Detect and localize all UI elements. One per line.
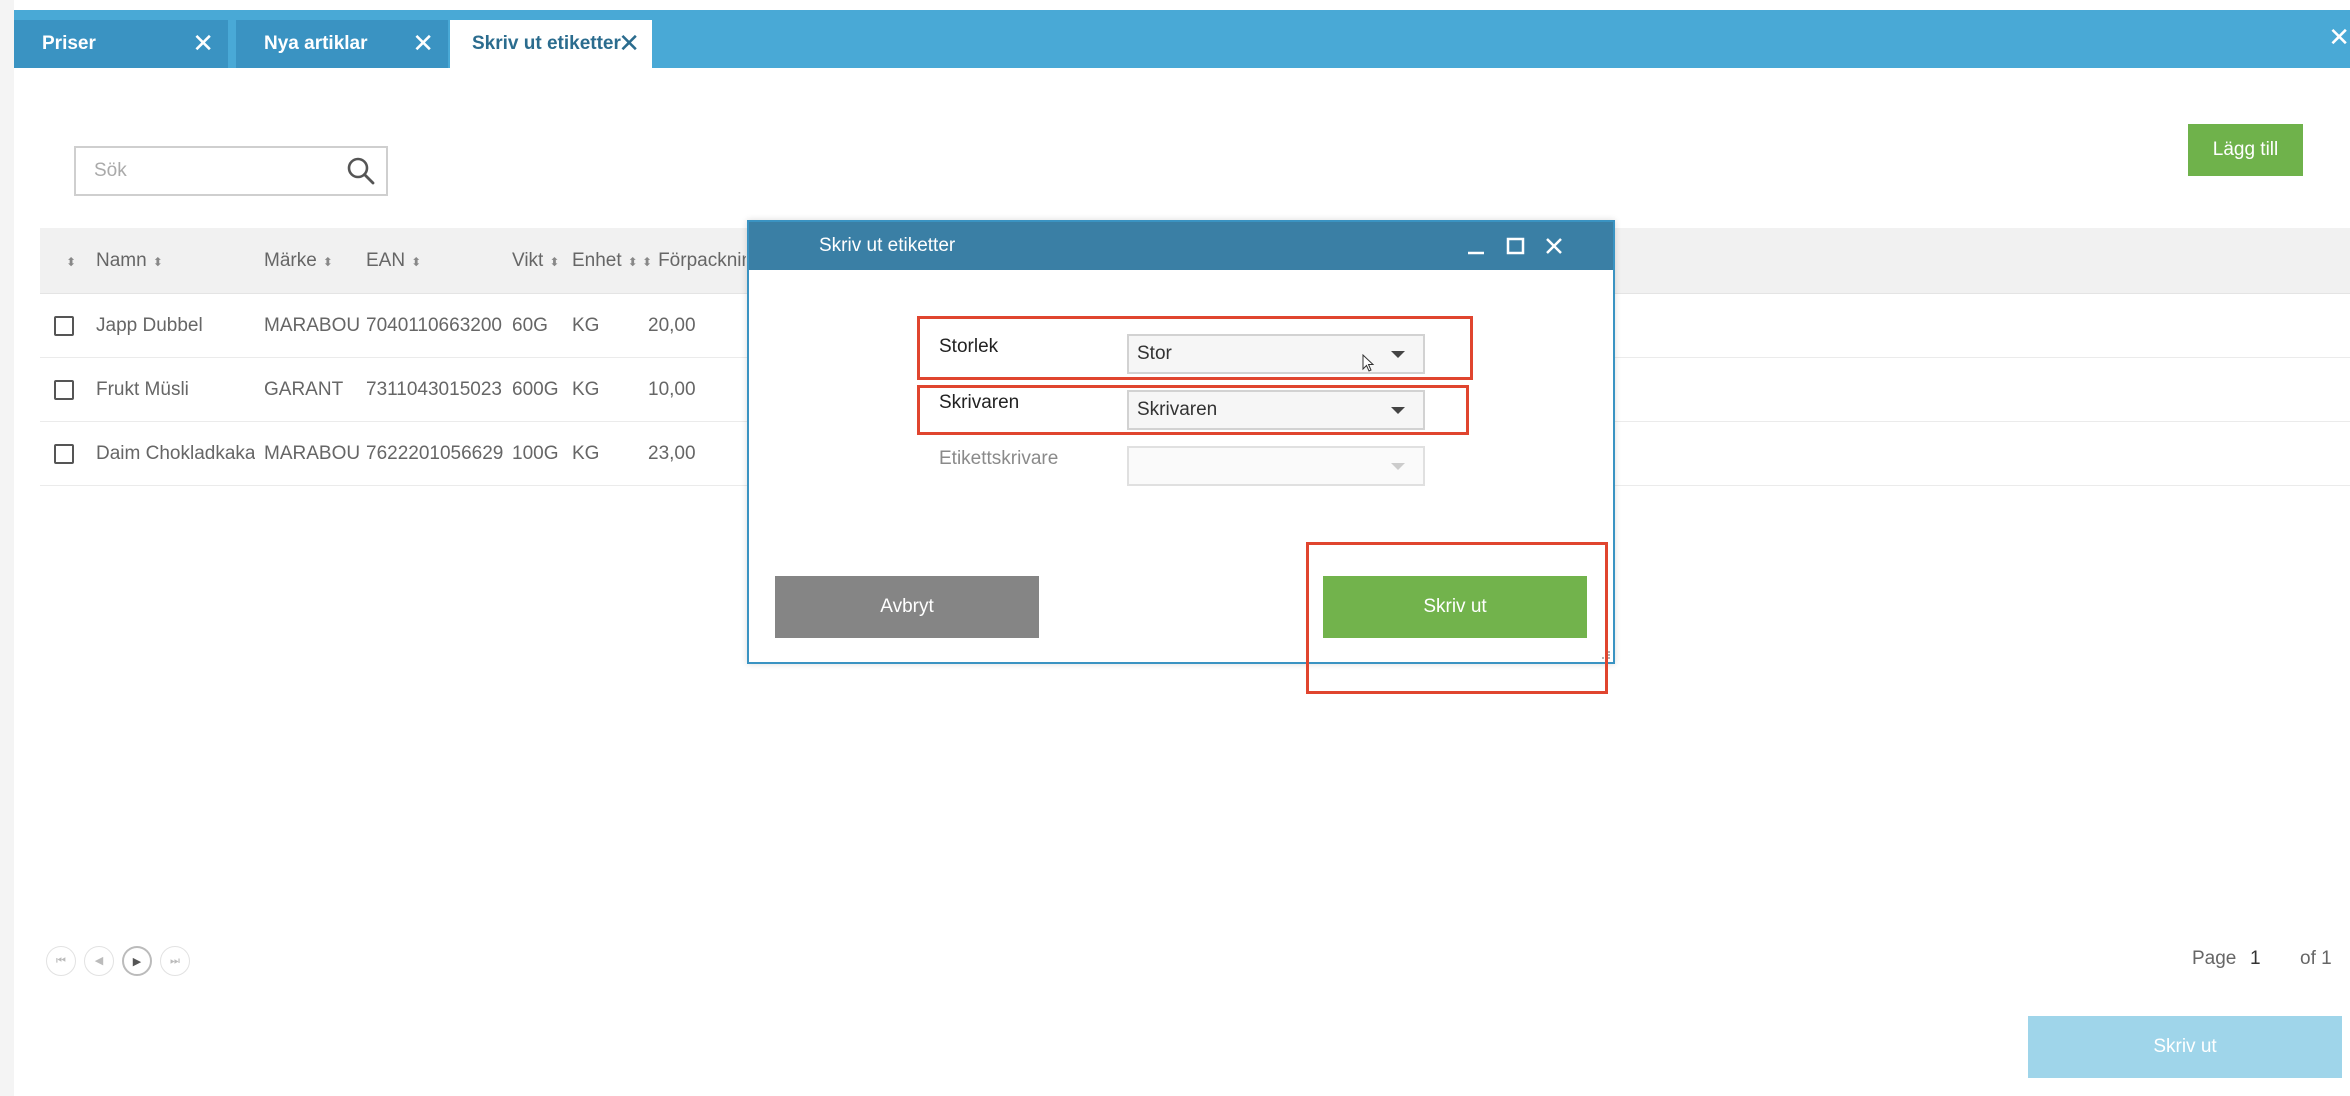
storlek-select[interactable]: Stor xyxy=(1127,334,1425,374)
cell-marke: MARABOU xyxy=(264,443,361,464)
column-header-ean[interactable]: EAN ⬍ xyxy=(366,228,421,294)
tab-label: Priser xyxy=(42,33,96,54)
page-number[interactable]: 1 xyxy=(2250,948,2261,970)
window-close-icon[interactable]: ✕ xyxy=(2328,22,2350,53)
column-header-namn[interactable]: Namn ⬍ xyxy=(96,228,163,294)
minimize-icon[interactable] xyxy=(1459,222,1493,270)
row-checkbox[interactable] xyxy=(54,380,74,400)
left-edge xyxy=(0,0,14,1096)
sort-icon: ⬍ xyxy=(322,255,333,269)
cell-namn: Frukt Müsli xyxy=(96,379,189,400)
page-total: of 1 xyxy=(2300,948,2332,969)
cell-enhet: KG xyxy=(572,315,600,336)
sort-icon: ⬍ xyxy=(549,255,560,269)
row-checkbox[interactable] xyxy=(54,316,74,336)
chevron-down-icon xyxy=(1391,407,1405,414)
column-header-forpackning[interactable]: ⬍Förpackning xyxy=(642,228,746,294)
column-header-vikt[interactable]: Vikt ⬍ xyxy=(512,228,559,294)
skrivaren-value: Skrivaren xyxy=(1137,399,1218,420)
storlek-label: Storlek xyxy=(939,336,999,357)
next-page-icon[interactable]: ▶ xyxy=(122,946,152,976)
column-header-enhet[interactable]: Enhet ⬍ xyxy=(572,228,638,294)
close-icon[interactable] xyxy=(1537,222,1571,270)
cell-forpackning: 10,00 xyxy=(648,379,696,400)
storlek-value: Stor xyxy=(1137,343,1172,364)
skrivaren-label: Skrivaren xyxy=(939,392,1020,413)
cell-marke: MARABOU xyxy=(264,315,361,336)
search-box xyxy=(74,146,388,196)
close-icon[interactable]: ✕ xyxy=(618,20,640,66)
search-input[interactable] xyxy=(76,148,326,194)
sort-icon: ⬍ xyxy=(642,255,653,269)
cell-vikt: 100G xyxy=(512,443,559,464)
last-page-icon[interactable]: ⏭ xyxy=(160,946,190,976)
tab-label: Nya artiklar xyxy=(264,33,368,54)
select-all-sort[interactable]: ⬍ xyxy=(60,228,76,294)
dialog-titlebar[interactable]: Skriv ut etiketter xyxy=(749,222,1613,270)
cell-ean: 7040110663200 xyxy=(366,315,502,336)
tab-nya-artiklar[interactable]: Nya artiklar ✕ xyxy=(236,20,448,68)
tab-bar: Priser ✕ Nya artiklar ✕ Skriv ut etikett… xyxy=(14,10,2350,68)
cell-vikt: 600G xyxy=(512,379,559,400)
sort-icon: ⬍ xyxy=(152,255,163,269)
search-icon[interactable] xyxy=(346,156,376,186)
close-icon[interactable]: ✕ xyxy=(192,20,214,66)
cell-marke: GARANT xyxy=(264,379,344,400)
skrivaren-select[interactable]: Skrivaren xyxy=(1127,390,1425,430)
chevron-down-icon xyxy=(1391,351,1405,358)
chevron-down-icon xyxy=(1391,463,1405,470)
cell-enhet: KG xyxy=(572,443,600,464)
print-labels-dialog: Skriv ut etiketter Storlek Stor Skrivare… xyxy=(747,220,1615,664)
cell-enhet: KG xyxy=(572,379,600,400)
tab-label: Skriv ut etiketter xyxy=(472,33,621,54)
sort-icon: ⬍ xyxy=(627,255,638,269)
dialog-title: Skriv ut etiketter xyxy=(819,235,956,256)
close-icon[interactable]: ✕ xyxy=(412,20,434,66)
resize-grip-icon[interactable] xyxy=(1601,650,1611,660)
cell-ean: 7311043015023 xyxy=(366,379,502,400)
cell-forpackning: 23,00 xyxy=(648,443,696,464)
print-button[interactable]: Skriv ut xyxy=(2028,1016,2342,1078)
add-button[interactable]: Lägg till xyxy=(2188,124,2303,176)
cell-namn: Japp Dubbel xyxy=(96,315,203,336)
sort-icon: ⬍ xyxy=(411,255,422,269)
mouse-cursor-icon xyxy=(1362,354,1375,372)
maximize-icon[interactable] xyxy=(1498,222,1532,270)
cell-ean: 7622201056629 xyxy=(366,443,504,464)
cell-forpackning: 20,00 xyxy=(648,315,696,336)
first-page-icon[interactable]: ⏮ xyxy=(46,946,76,976)
page-label: Page xyxy=(2192,948,2237,969)
sort-icon: ⬍ xyxy=(66,255,77,269)
etikettskrivare-label: Etikettskrivare xyxy=(939,448,1059,469)
dialog-print-button[interactable]: Skriv ut xyxy=(1323,576,1587,638)
etikettskrivare-select xyxy=(1127,446,1425,486)
column-header-marke[interactable]: Märke ⬍ xyxy=(264,228,333,294)
prev-page-icon[interactable]: ◀ xyxy=(84,946,114,976)
cell-namn: Daim Chokladkaka xyxy=(96,443,256,464)
cell-vikt: 60G xyxy=(512,315,548,336)
tab-priser[interactable]: Priser ✕ xyxy=(14,20,228,68)
tab-skriv-ut-etiketter[interactable]: Skriv ut etiketter ✕ xyxy=(450,20,652,68)
row-checkbox[interactable] xyxy=(54,444,74,464)
cancel-button[interactable]: Avbryt xyxy=(775,576,1039,638)
